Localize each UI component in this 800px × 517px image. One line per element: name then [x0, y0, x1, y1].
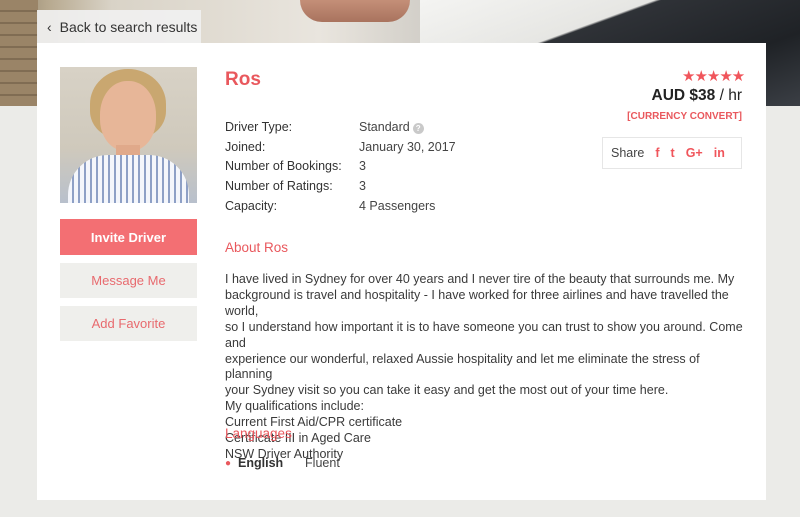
detail-row-joined: Joined: January 30, 2017 — [225, 139, 456, 154]
bullet-icon: ● — [225, 457, 232, 469]
driver-name: Ros — [225, 69, 261, 90]
linkedin-icon[interactable]: in — [714, 146, 725, 160]
share-label: Share — [611, 146, 645, 160]
facebook-icon[interactable]: f — [655, 146, 659, 160]
detail-row-ratings: Number of Ratings: 3 — [225, 179, 366, 194]
twitter-icon[interactable]: t — [671, 146, 675, 160]
language-name: English — [238, 456, 284, 470]
share-box: Share f t G+ in — [602, 137, 742, 169]
hero-arm-image — [300, 0, 410, 22]
language-level: Fluent — [305, 456, 340, 470]
hero-wall-image — [0, 0, 38, 106]
back-label: Back to search results — [59, 18, 198, 35]
driver-photo — [60, 67, 197, 203]
driver-profile-card: Invite Driver Message Me Add Favorite Ro… — [37, 43, 766, 500]
detail-row-driver-type: Driver Type: Standard? — [225, 118, 456, 138]
message-me-button[interactable]: Message Me — [60, 263, 197, 298]
currency-convert-link[interactable]: [CURRENCY CONVERT] — [627, 111, 742, 122]
about-heading: About Ros — [225, 240, 289, 255]
driver-details: Driver Type: Standard? Joined: January 3… — [225, 118, 456, 217]
add-favorite-button[interactable]: Add Favorite — [60, 306, 197, 341]
invite-driver-button[interactable]: Invite Driver — [60, 219, 197, 255]
detail-row-capacity: Capacity: 4 Passengers — [225, 198, 436, 213]
hourly-price: AUD $38 / hr — [651, 87, 742, 104]
detail-row-bookings: Number of Bookings: 3 — [225, 159, 366, 174]
back-to-search-link[interactable]: ‹ Back to search results — [37, 10, 201, 43]
help-icon[interactable]: ? — [412, 123, 424, 134]
rating-stars: ★★★★★ — [682, 68, 745, 85]
about-text: I have lived in Sydney for over 40 years… — [225, 272, 743, 461]
languages-heading: Languages — [225, 426, 292, 441]
chevron-left-icon: ‹ — [47, 18, 52, 35]
google-plus-icon[interactable]: G+ — [686, 146, 703, 160]
language-item: ● English Fluent — [225, 456, 340, 470]
